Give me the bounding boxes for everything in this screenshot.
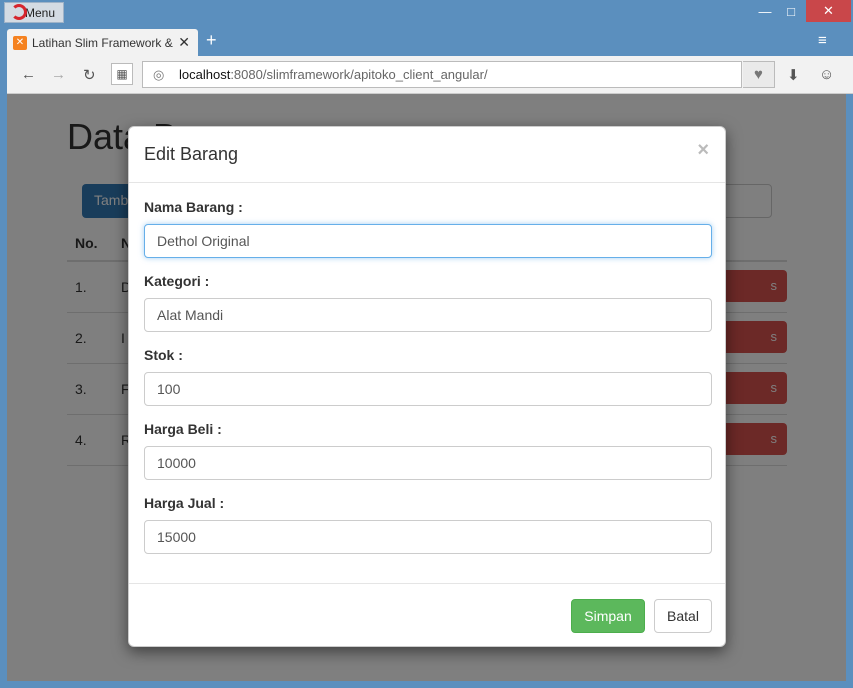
edit-modal: Edit Barang × Nama Barang : Kategori : S… xyxy=(128,126,726,647)
address-host: localhost xyxy=(179,67,231,82)
tab-bar: ✕ Latihan Slim Framework & ✕ + ≡ xyxy=(0,26,853,56)
nama-barang-input[interactable] xyxy=(144,224,712,258)
modal-body: Nama Barang : Kategori : Stok : Harga Be… xyxy=(144,199,712,569)
label-stok: Stok : xyxy=(144,347,183,363)
site-info-icon[interactable]: ◎ xyxy=(153,67,164,83)
form-group-nama-barang: Nama Barang : xyxy=(144,199,712,258)
back-icon[interactable]: ← xyxy=(21,66,36,83)
label-kategori: Kategori : xyxy=(144,273,210,289)
form-group-kategori: Kategori : xyxy=(144,273,712,332)
cancel-button[interactable]: Batal xyxy=(654,599,712,633)
speed-dial-icon[interactable]: ▦ xyxy=(111,63,133,85)
xampp-favicon-icon: ✕ xyxy=(13,35,27,50)
opera-logo-icon xyxy=(11,4,27,20)
harga-jual-input[interactable] xyxy=(144,520,712,554)
save-button[interactable]: Simpan xyxy=(571,599,645,633)
download-icon[interactable]: ⬇ xyxy=(787,66,800,84)
forward-icon[interactable]: → xyxy=(51,66,66,83)
modal-footer: Simpan Batal xyxy=(129,583,725,647)
stok-input[interactable] xyxy=(144,372,712,406)
bookmark-heart-icon[interactable]: ♥ xyxy=(743,61,775,88)
kategori-input[interactable] xyxy=(144,298,712,332)
label-harga-beli: Harga Beli : xyxy=(144,421,222,437)
browser-tab[interactable]: ✕ Latihan Slim Framework & ✕ xyxy=(7,29,198,56)
maximize-icon[interactable]: □ xyxy=(776,0,806,22)
form-group-harga-beli: Harga Beli : xyxy=(144,421,712,480)
account-icon[interactable]: ☺ xyxy=(819,66,834,83)
tab-menu-icon[interactable]: ≡ xyxy=(818,32,827,49)
browser-menu-label: Menu xyxy=(25,5,56,20)
close-window-icon[interactable]: ✕ xyxy=(806,0,851,22)
label-nama-barang: Nama Barang : xyxy=(144,199,243,215)
modal-header: Edit Barang × xyxy=(129,127,725,183)
reload-icon[interactable]: ↻ xyxy=(83,66,96,84)
form-group-stok: Stok : xyxy=(144,347,712,406)
close-icon[interactable]: × xyxy=(697,139,709,162)
harga-beli-input[interactable] xyxy=(144,446,712,480)
page-content: Data B Tamb No. N 1. D s 2. I s 3. F s 4… xyxy=(7,94,846,681)
address-bar[interactable]: ◎ localhost:8080/slimframework/apitoko_c… xyxy=(142,61,742,88)
window-titlebar: Menu — □ ✕ xyxy=(0,0,853,26)
navigation-bar: ← → ↻ ▦ ◎ localhost:8080/slimframework/a… xyxy=(7,56,853,94)
tab-close-icon[interactable]: ✕ xyxy=(178,34,190,51)
form-group-harga-jual: Harga Jual : xyxy=(144,495,712,554)
modal-title: Edit Barang xyxy=(144,144,239,164)
new-tab-icon[interactable]: + xyxy=(206,30,217,51)
browser-menu-button[interactable]: Menu xyxy=(4,2,64,23)
label-harga-jual: Harga Jual : xyxy=(144,495,225,511)
address-path: :8080/slimframework/apitoko_client_angul… xyxy=(230,67,488,82)
tab-title: Latihan Slim Framework & xyxy=(32,35,173,50)
